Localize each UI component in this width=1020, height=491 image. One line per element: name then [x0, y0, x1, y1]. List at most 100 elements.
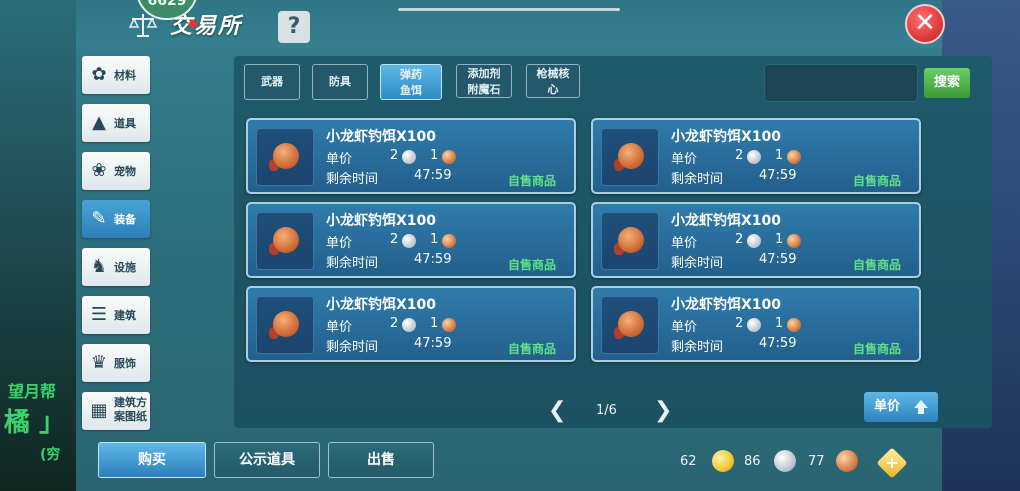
sort-arrow-icon — [914, 400, 928, 414]
price-copper: 1 — [775, 148, 784, 163]
silver-coin-icon — [747, 318, 761, 332]
price-copper: 1 — [775, 316, 784, 331]
tab-armor[interactable]: 防具 — [312, 64, 368, 100]
sidebar-item-label: 设施 — [114, 261, 136, 274]
price-label: 单价 — [671, 152, 698, 167]
left-background: 望月帮 橘 」 (穷 — [0, 0, 76, 491]
price-copper: 1 — [775, 232, 784, 247]
close-button[interactable]: ✕ — [905, 4, 945, 44]
item-name: 小龙虾钓饵X100 — [671, 297, 782, 313]
next-page-button[interactable]: ❯ — [654, 398, 672, 423]
search-input[interactable] — [764, 64, 918, 102]
price-silver: 2 — [735, 232, 744, 247]
price-silver: 2 — [390, 232, 399, 247]
listing-card[interactable]: 小龙虾钓饵X100 单价 2 1 剩余时间 47:59 自售商品 — [246, 118, 576, 194]
listing-card[interactable]: 小龙虾钓饵X100 单价 2 1 剩余时间 47:59 自售商品 — [591, 202, 921, 278]
price-copper: 1 — [430, 232, 439, 247]
sidebar-item-clothing[interactable]: ♛ 服饰 — [82, 344, 150, 382]
sidebar-item-label: 宠物 — [114, 165, 136, 178]
copper-coin-icon — [442, 150, 456, 164]
tab-label: 添加剂 — [467, 67, 501, 80]
silver-coin-icon — [774, 450, 796, 472]
search-button[interactable]: 搜索 — [924, 68, 970, 98]
sidebar-item-building[interactable]: ☰ 建筑 — [82, 296, 150, 334]
price-label: 单价 — [326, 320, 353, 335]
self-sell-tag: 自售商品 — [508, 342, 557, 356]
price-label: 单价 — [326, 236, 353, 251]
page-title: 交易所 — [170, 14, 243, 39]
paw-icon: ❀ — [91, 160, 107, 181]
listing-card[interactable]: 小龙虾钓饵X100 单价 2 1 剩余时间 47:59 自售商品 — [591, 118, 921, 194]
notification-dot — [189, 20, 197, 28]
price-label: 单价 — [671, 320, 698, 335]
tab-label-2: 心 — [547, 83, 559, 96]
facility-icon: ♞ — [90, 256, 108, 277]
self-sell-tag: 自售商品 — [853, 258, 902, 272]
tab-label: 武器 — [261, 75, 283, 88]
gold-coin-icon — [712, 450, 734, 472]
item-name: 小龙虾钓饵X100 — [671, 213, 782, 229]
bg-text-guild: 望月帮 — [8, 382, 57, 401]
bait-icon — [601, 296, 659, 354]
item-name: 小龙虾钓饵X100 — [326, 213, 437, 229]
tab-gun-core[interactable]: 枪械核 心 — [526, 64, 580, 98]
bg-text-sub: (穷 — [40, 447, 61, 463]
copper-coin-icon — [787, 318, 801, 332]
help-button[interactable]: ? — [278, 11, 310, 43]
add-currency-button[interactable]: + — [876, 447, 908, 479]
remaining-time: 47:59 — [414, 252, 452, 267]
remaining-time: 47:59 — [414, 168, 452, 183]
trading-panel: 6629 交易所 ? ✕ ✿ 材料 ▲ 道具 ❀ 宠物 ✎ 装备 ♞ 设施 ☰ … — [76, 0, 992, 491]
price-copper: 1 — [430, 148, 439, 163]
sidebar-item-label: 装备 — [114, 213, 136, 226]
sidebar-item-facility[interactable]: ♞ 设施 — [82, 248, 150, 286]
gold-amount: 62 — [680, 454, 697, 469]
bg-text-name: 橘 」 — [4, 408, 66, 438]
sidebar-item-label: 建筑方案图纸 — [114, 396, 147, 423]
item-name: 小龙虾钓饵X100 — [671, 129, 782, 145]
sidebar-item-materials[interactable]: ✿ 材料 — [82, 56, 150, 94]
silver-coin-icon — [747, 150, 761, 164]
tab-label: 防具 — [329, 75, 351, 88]
listing-card[interactable]: 小龙虾钓饵X100 单价 2 1 剩余时间 47:59 自售商品 — [246, 286, 576, 362]
price-copper: 1 — [430, 316, 439, 331]
bait-icon — [256, 212, 314, 270]
time-label: 剩余时间 — [326, 256, 379, 271]
tab-additive-enchant[interactable]: 添加剂 附魔石 — [456, 64, 512, 98]
self-sell-tag: 自售商品 — [508, 174, 557, 188]
price-label: 单价 — [671, 236, 698, 251]
sidebar-item-items[interactable]: ▲ 道具 — [82, 104, 150, 142]
sidebar-item-blueprint[interactable]: ▦ 建筑方案图纸 — [82, 392, 150, 430]
sidebar-item-label: 建筑 — [114, 309, 136, 322]
price-label: 单价 — [326, 152, 353, 167]
bait-icon — [601, 212, 659, 270]
item-name: 小龙虾钓饵X100 — [326, 129, 437, 145]
bait-icon — [601, 128, 659, 186]
sort-by-price-button[interactable]: 单价 — [864, 392, 938, 422]
listing-card[interactable]: 小龙虾钓饵X100 单价 2 1 剩余时间 47:59 自售商品 — [591, 286, 921, 362]
price-silver: 2 — [735, 316, 744, 331]
buy-button[interactable]: 购买 — [98, 442, 206, 478]
item-name: 小龙虾钓饵X100 — [326, 297, 437, 313]
self-sell-tag: 自售商品 — [508, 258, 557, 272]
price-silver: 2 — [735, 148, 744, 163]
tab-weapons[interactable]: 武器 — [244, 64, 300, 100]
copper-coin-icon — [787, 234, 801, 248]
self-sell-tag: 自售商品 — [853, 342, 902, 356]
copper-coin-icon — [787, 150, 801, 164]
remaining-time: 47:59 — [759, 168, 797, 183]
tab-label: 枪械核 — [536, 67, 570, 80]
time-label: 剩余时间 — [326, 172, 379, 187]
sidebar-item-pets[interactable]: ❀ 宠物 — [82, 152, 150, 190]
materials-icon: ✿ — [91, 64, 107, 85]
listing-card[interactable]: 小龙虾钓饵X100 单价 2 1 剩余时间 47:59 自售商品 — [246, 202, 576, 278]
clothing-icon: ♛ — [90, 352, 108, 373]
silver-coin-icon — [402, 150, 416, 164]
self-sell-tag: 自售商品 — [853, 174, 902, 188]
tab-label: 弹药 — [400, 68, 422, 81]
sidebar-item-equipment[interactable]: ✎ 装备 — [82, 200, 150, 238]
tab-ammo-bait[interactable]: 弹药 鱼饵 — [380, 64, 442, 100]
sell-button[interactable]: 出售 — [328, 442, 434, 478]
public-items-button[interactable]: 公示道具 — [214, 442, 320, 478]
prev-page-button[interactable]: ❮ — [548, 398, 566, 423]
